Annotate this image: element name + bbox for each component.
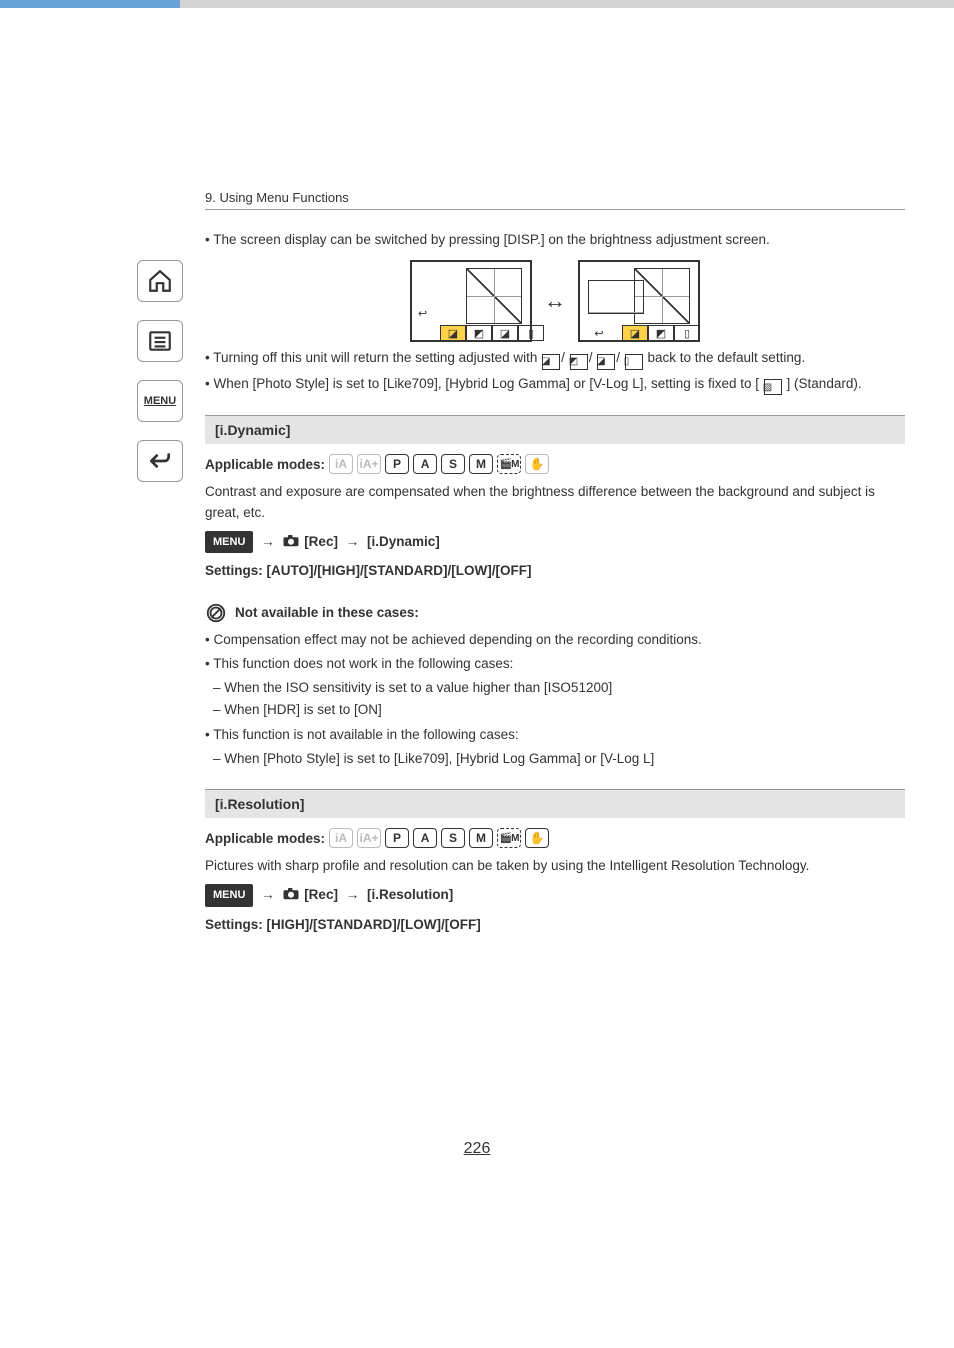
knee-icon: ▯	[625, 354, 643, 370]
swap-arrow-icon: ↔	[544, 288, 566, 314]
back-button[interactable]	[137, 440, 183, 482]
iresolution-menu-path: MENU → [Rec] → [i.Resolution]	[205, 884, 905, 907]
not-available-icon	[205, 602, 227, 624]
note-photostyle: When [Photo Style] is set to [Like709], …	[205, 374, 905, 396]
idynamic-settings: Settings: [AUTO]/[HIGH]/[STANDARD]/[LOW]…	[205, 561, 905, 581]
text: Turning off this unit will return the se…	[213, 350, 541, 365]
histogram-graphic	[588, 280, 644, 314]
mode-p: P	[385, 828, 409, 848]
screen-variant-b: ↩ ◪ ◩ ▯	[578, 260, 700, 342]
arrow-icon: →	[346, 534, 360, 549]
shadow-icon: ◩	[570, 354, 588, 370]
tab-kn: ▯	[518, 325, 544, 341]
return-icon: ↩	[586, 325, 612, 341]
tab-kn: ▯	[674, 325, 700, 341]
mode-scene: ✋	[525, 454, 549, 474]
arrow-icon: →	[346, 887, 360, 902]
na-title: Not available in these cases:	[235, 605, 419, 620]
mode-m: M	[469, 828, 493, 848]
mode-ia: iA	[329, 828, 353, 848]
note-disp: The screen display can be switched by pr…	[205, 230, 905, 250]
standard-icon: ▧	[764, 379, 782, 395]
quadrant-graphic	[466, 268, 522, 324]
mode-ia: iA	[329, 454, 353, 474]
idynamic-menu-path: MENU → [Rec] → [i.Dynamic]	[205, 531, 905, 554]
home-button[interactable]	[137, 260, 183, 302]
section-iresolution-head: [i.Resolution]	[205, 789, 905, 818]
na-b2a: When the ISO sensitivity is set to a val…	[205, 678, 905, 698]
mode-s: S	[441, 454, 465, 474]
na-b3a: When [Photo Style] is set to [Like709], …	[205, 749, 905, 769]
tab-sl: ◪	[492, 325, 518, 341]
applicable-modes-idynamic: Applicable modes: iA iA+ P A S M 🎬M ✋	[205, 454, 905, 474]
back-icon	[147, 448, 173, 474]
top-bar-accent	[0, 0, 180, 8]
slope-icon: ◪	[597, 354, 615, 370]
mode-ia-plus: iA+	[357, 454, 381, 474]
mode-a: A	[413, 454, 437, 474]
highlight-icon: ◪	[542, 354, 560, 370]
tab-sh: ◩	[648, 325, 674, 341]
breadcrumb: 9. Using Menu Functions	[205, 190, 905, 205]
na-b1: Compensation effect may not be achieved …	[205, 630, 905, 650]
text: When [Photo Style] is set to [Like709], …	[213, 376, 759, 391]
page-number[interactable]: 226	[0, 1140, 954, 1158]
sidebar: MENU	[130, 260, 190, 482]
menu-pill: MENU	[205, 884, 253, 907]
na-b2b: When [HDR] is set to [ON]	[205, 700, 905, 720]
tab-hl: ◪	[622, 325, 648, 341]
modes-label: Applicable modes:	[205, 831, 325, 846]
rec-icon	[282, 887, 300, 901]
toc-icon	[147, 328, 173, 354]
arrow-icon: →	[261, 887, 275, 902]
tab-sh: ◩	[466, 325, 492, 341]
mode-a: A	[413, 828, 437, 848]
note-default: Turning off this unit will return the se…	[205, 348, 905, 370]
mode-p: P	[385, 454, 409, 474]
return-icon: ↩	[418, 307, 427, 320]
section-idynamic-head: [i.Dynamic]	[205, 415, 905, 444]
mode-s: S	[441, 828, 465, 848]
screen-variant-a: ↩ ◪ ◩ ◪ ▯	[410, 260, 532, 342]
menu-pill: MENU	[205, 531, 253, 554]
path-rec: [Rec]	[304, 887, 338, 902]
divider	[205, 209, 905, 210]
path-item: [i.Resolution]	[367, 887, 453, 902]
text: ] (Standard).	[787, 376, 862, 391]
applicable-modes-iresolution: Applicable modes: iA iA+ P A S M 🎬M ✋	[205, 828, 905, 848]
home-icon	[147, 268, 173, 294]
idynamic-desc: Contrast and exposure are compensated wh…	[205, 482, 905, 523]
screen-switch-diagram: ↩ ◪ ◩ ◪ ▯ ↔ ↩ ◪ ◩ ▯	[205, 260, 905, 342]
na-b3: This function is not available in the fo…	[205, 725, 905, 745]
iresolution-desc: Pictures with sharp profile and resoluti…	[205, 856, 905, 876]
menu-label: MENU	[144, 395, 176, 407]
tab-hl: ◪	[440, 325, 466, 341]
toc-button[interactable]	[137, 320, 183, 362]
rec-icon	[282, 534, 300, 548]
arrow-icon: →	[261, 534, 275, 549]
menu-button[interactable]: MENU	[137, 380, 183, 422]
modes-label: Applicable modes:	[205, 457, 325, 472]
iresolution-settings: Settings: [HIGH]/[STANDARD]/[LOW]/[OFF]	[205, 915, 905, 935]
path-item: [i.Dynamic]	[367, 534, 440, 549]
path-rec: [Rec]	[304, 534, 338, 549]
mode-ia-plus: iA+	[357, 828, 381, 848]
mode-m: M	[469, 454, 493, 474]
mode-creative-video: 🎬M	[497, 828, 521, 848]
na-b2: This function does not work in the follo…	[205, 654, 905, 674]
mode-creative-video: 🎬M	[497, 454, 521, 474]
page-content: 9. Using Menu Functions The screen displ…	[205, 190, 905, 943]
mode-scene: ✋	[525, 828, 549, 848]
not-available-head: Not available in these cases:	[205, 602, 905, 624]
text: back to the default setting.	[647, 350, 805, 365]
